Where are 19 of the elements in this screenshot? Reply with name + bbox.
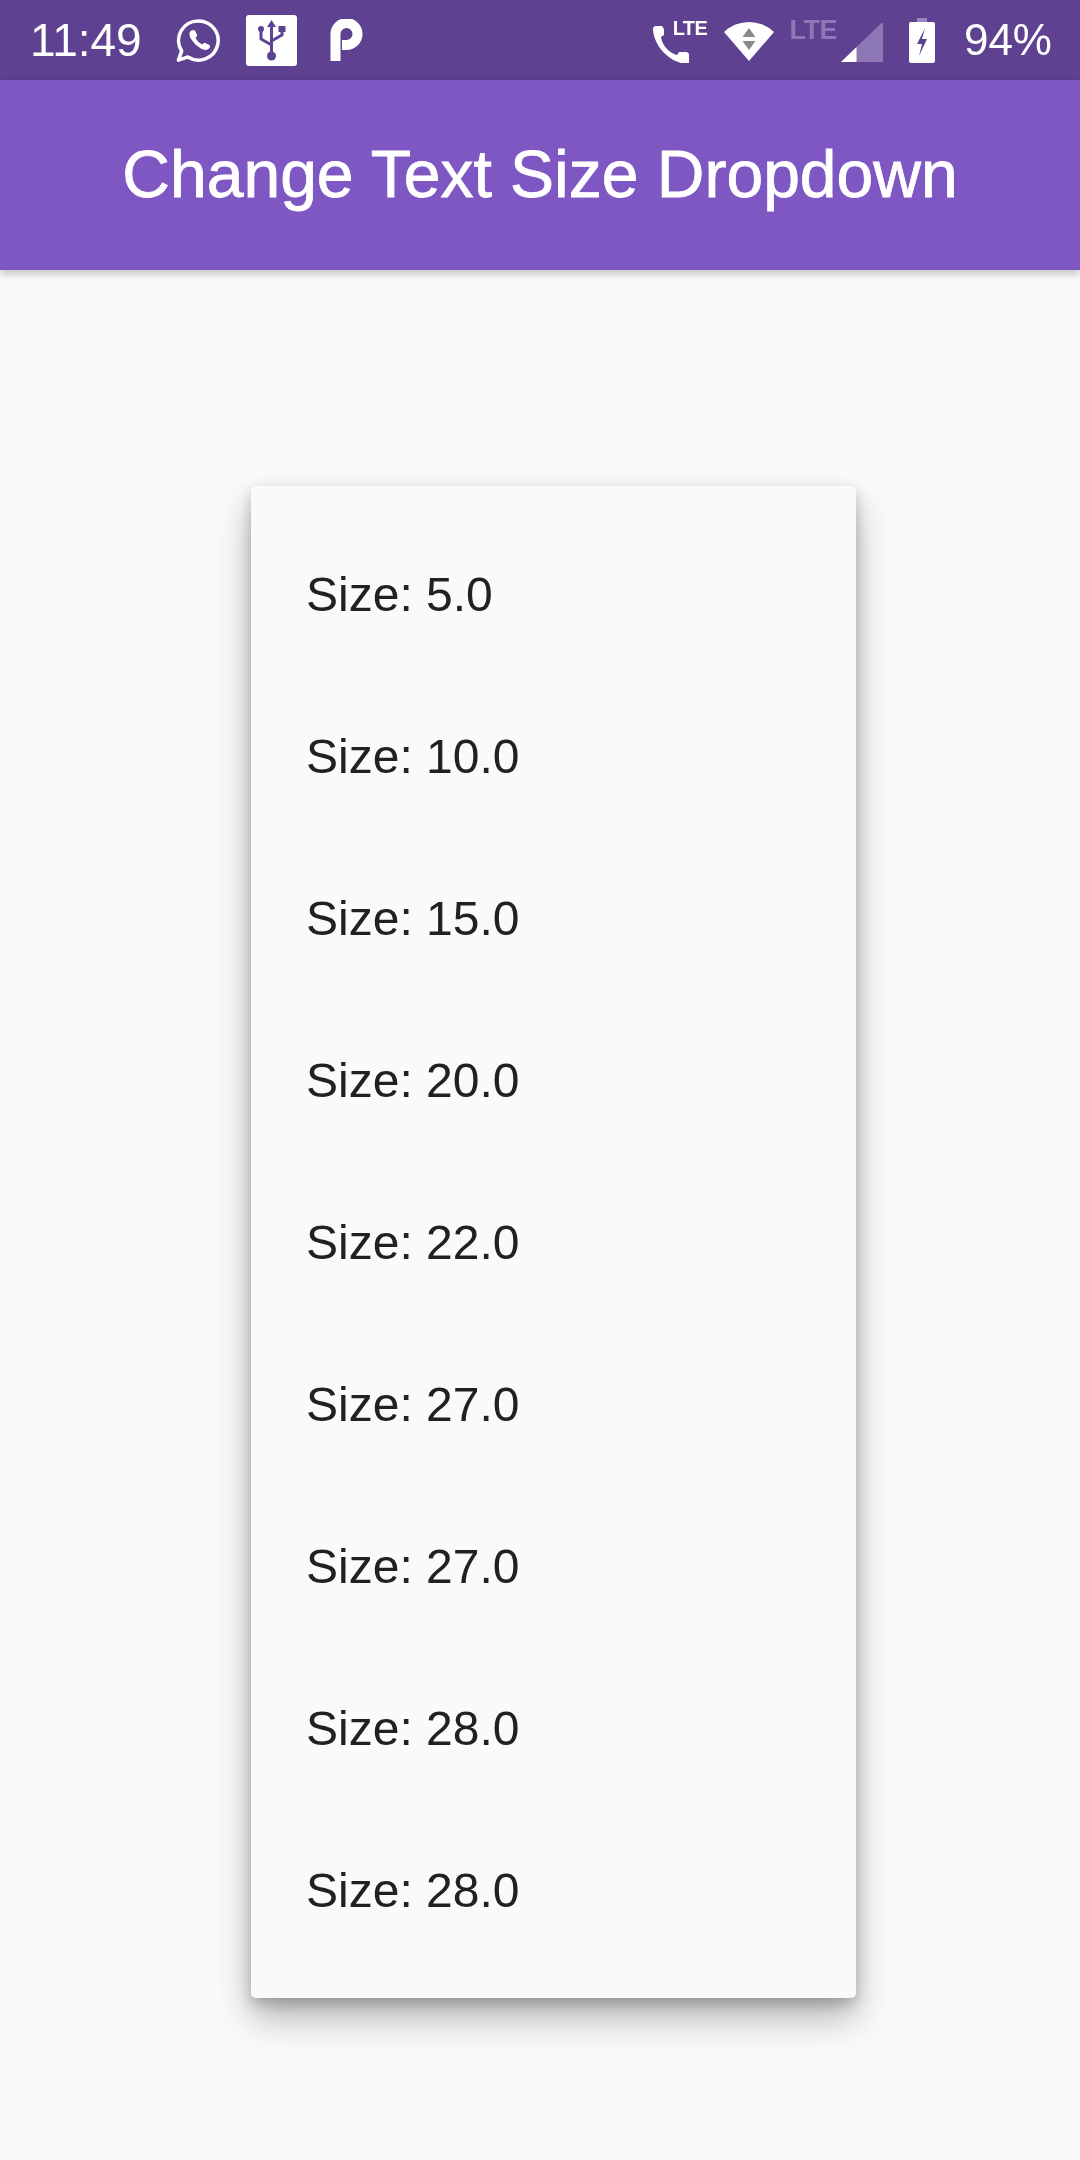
menu-item[interactable]: Size: 27.0 [251,1485,856,1647]
clock-time: 11:49 [30,17,142,63]
menu-item[interactable]: Size: 5.0 [251,513,856,675]
usb-icon [245,14,297,66]
menu-item[interactable]: Size: 15.0 [251,837,856,999]
battery-charging-icon [908,17,935,63]
chat-bubble-phone-icon [174,16,222,64]
menu-item[interactable]: Size: 28.0 [251,1809,856,1971]
wifi-icon [723,19,776,61]
menu-item[interactable]: Size: 28.0 [251,1647,856,1809]
app-bar-title: Change Text Size Dropdown [122,136,958,214]
signal-icon [840,21,883,62]
battery-percentage: 94% [963,18,1052,62]
menu-item[interactable]: Size: 22.0 [251,1161,856,1323]
menu-item[interactable]: Size: 10.0 [251,675,856,837]
menu-item[interactable]: Size: 20.0 [251,999,856,1161]
letter-p-icon [329,19,363,61]
menu-item[interactable]: Size: 27.0 [251,1323,856,1485]
lte-label: LTE [672,18,708,38]
